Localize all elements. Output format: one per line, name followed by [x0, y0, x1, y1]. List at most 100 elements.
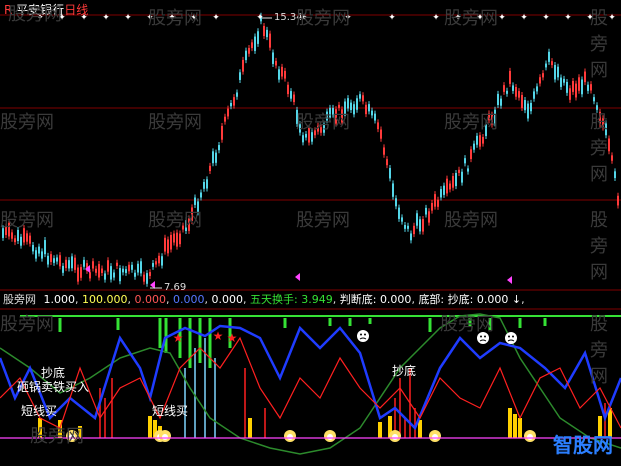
candle-body: [575, 83, 577, 98]
candle-body: [71, 256, 73, 269]
candlesticks: [2, 12, 619, 287]
candle-body: [206, 179, 208, 189]
candle-body: [95, 268, 97, 273]
candle-body: [107, 260, 109, 272]
candle-body: [353, 104, 355, 115]
face-eye: [364, 333, 366, 336]
candle-body: [242, 59, 244, 72]
candle-body: [143, 274, 145, 282]
candle-body: [569, 88, 571, 100]
candle-body: [62, 265, 64, 273]
watermark: 股旁网: [30, 426, 84, 447]
candle-body: [560, 77, 562, 87]
star-marker: ✦: [542, 13, 550, 23]
candle-body: [383, 147, 385, 155]
candle-body: [515, 86, 517, 97]
indicator-chart-pane[interactable]: ★ ★ ★ 抄底 砸锅卖铁买入 短线买 短线买 抄底 股旁网 股旁网 股旁网 股旁网…: [0, 308, 621, 462]
face-eye: [508, 335, 510, 338]
watermark: 股旁网: [590, 8, 608, 81]
candle-body: [386, 159, 388, 166]
brand-logo: 智股网: [553, 433, 613, 457]
star-marker: ✦: [388, 13, 396, 23]
candle-body: [548, 51, 550, 62]
candle-body: [305, 133, 307, 138]
candle-body: [482, 136, 484, 144]
star-marker: ✦: [432, 13, 440, 23]
candle-body: [233, 97, 235, 106]
candle-body: [476, 135, 478, 145]
candle-body: [368, 104, 370, 112]
candle-body: [161, 256, 163, 266]
candle-body: [152, 263, 154, 267]
signal-label-short-buy: 短线买: [152, 404, 189, 418]
down-arrow-icon: ↓: [511, 293, 522, 306]
candle-body: [227, 108, 229, 117]
star-marker: ✦: [212, 13, 220, 23]
star-marker: ✦: [498, 13, 506, 23]
candle-body: [212, 151, 214, 164]
candle-body: [374, 113, 376, 121]
candle-body: [518, 91, 520, 98]
candle-body: [116, 262, 118, 266]
candle-body: [593, 97, 595, 102]
candle-body: [50, 254, 52, 262]
watermark: 股旁网: [296, 112, 350, 133]
candle-body: [164, 237, 166, 252]
candle-body: [617, 195, 619, 206]
five-day-turnover-value: 3.949: [301, 293, 333, 306]
sun-icons: [66, 430, 536, 442]
candle-body: [248, 47, 250, 54]
candle-body: [290, 91, 292, 99]
signal-bars: [38, 318, 612, 438]
candle-body: [236, 92, 238, 97]
candle-body: [500, 98, 502, 106]
candle-body: [293, 94, 295, 103]
candle-body: [125, 269, 127, 273]
candle-body: [557, 66, 559, 78]
indicator-value-3: 0.000: [134, 293, 167, 306]
watermark: 股旁网: [440, 314, 494, 335]
watermark: 股旁网: [590, 112, 608, 185]
candle-body: [284, 70, 286, 79]
indicator-value-4: 0.000: [173, 293, 205, 306]
candle-body: [14, 238, 16, 243]
candle-body: [503, 85, 505, 92]
sun-face: [162, 434, 168, 440]
candle-body: [266, 29, 268, 38]
yellow-bar: [513, 414, 517, 438]
watermark: 股旁网: [296, 210, 350, 231]
candle-body: [554, 65, 556, 80]
watermark: 股旁网: [296, 8, 350, 29]
candle-body: [11, 232, 13, 239]
candle-body: [539, 77, 541, 84]
candle-body: [104, 273, 106, 280]
sun-face: [392, 434, 398, 440]
red-star-marker: ★: [213, 329, 224, 343]
candle-body: [26, 233, 28, 242]
candle-body: [68, 260, 70, 269]
candle-body: [257, 31, 259, 44]
candle-body: [200, 192, 202, 198]
watermark: 股旁网: [590, 210, 608, 283]
judge-bottom-label: 判断底:: [339, 293, 377, 306]
face-eye: [512, 335, 514, 338]
red-star-marker: ★: [227, 331, 238, 345]
candle-body: [47, 255, 49, 265]
candle-body: [44, 240, 46, 255]
price-chart-pane[interactable]: ✦ ✦ ✦ ✦ ✦ ✦ ✦ ✦ ✦ ✦ ✦ ✦ ✦ ✦ ✦ ✦ ✦ ✦ ✦ ✦ ✦ ✦ R 平安银行日线 15.34 7.…: [0, 0, 621, 293]
face-icon: [357, 330, 369, 342]
signal-label-chaodi: 抄底: [392, 364, 417, 378]
indicator-value-5: 0.000: [211, 293, 244, 306]
watermark: 股旁网: [444, 210, 498, 231]
candle-body: [377, 122, 379, 130]
candle-body: [584, 71, 586, 83]
period-label: 日线: [64, 3, 89, 17]
candle-body: [452, 176, 454, 188]
candle-body: [566, 81, 568, 93]
candle-body: [89, 272, 91, 279]
candle-body: [461, 171, 463, 183]
candle-body: [590, 84, 592, 91]
candle-body: [563, 78, 565, 83]
candle-body: [371, 110, 373, 116]
candle-body: [209, 165, 211, 172]
